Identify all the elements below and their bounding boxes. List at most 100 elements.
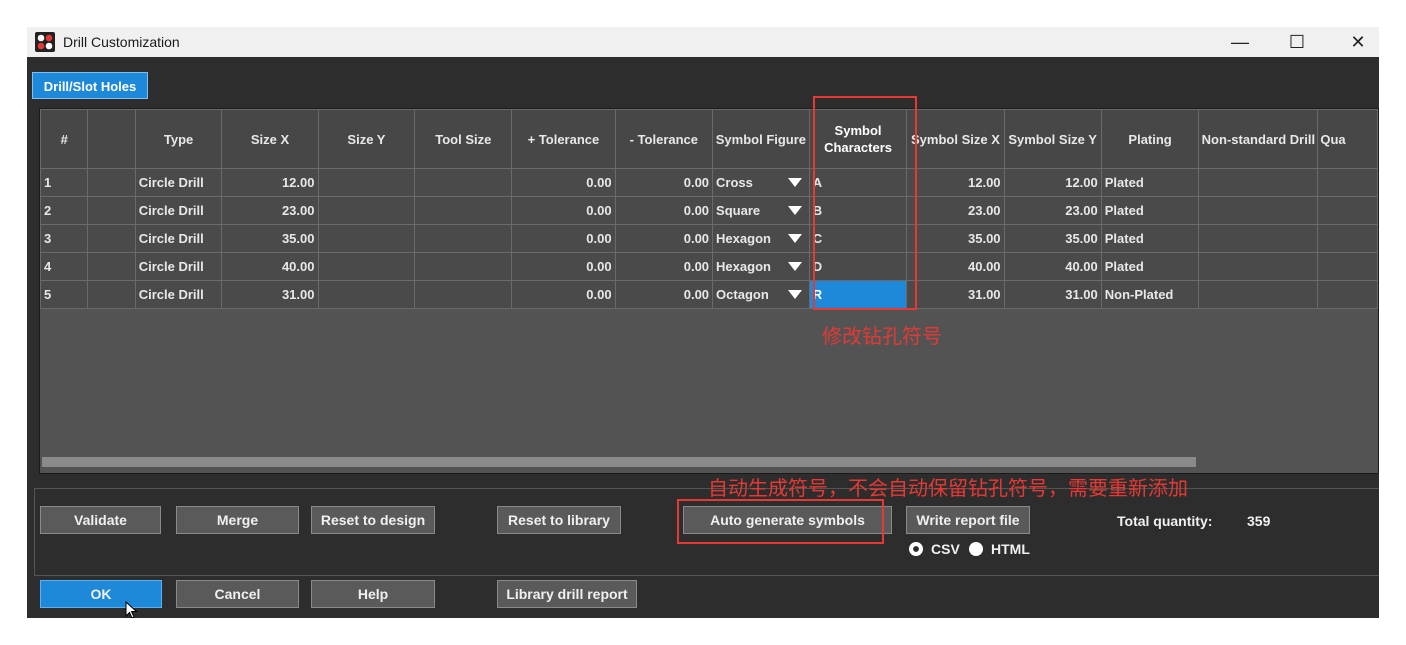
plating-cell[interactable]: Plated [1100, 224, 1200, 253]
table-row[interactable]: 5 Circle Drill 31.00 0.00 0.00 Octagon R 31.00 3… [39, 280, 1378, 309]
row-number-cell[interactable]: 5 [39, 280, 89, 309]
table-row[interactable]: 2 Circle Drill 23.00 0.00 0.00 Square B 23.00 23… [39, 196, 1378, 225]
plating-cell[interactable]: Plated [1100, 252, 1200, 281]
horizontal-scrollbar[interactable] [42, 457, 1196, 467]
plus-tolerance-cell[interactable]: 0.00 [511, 252, 616, 281]
size-x-cell[interactable]: 35.00 [221, 224, 319, 253]
tool-size-cell[interactable] [414, 252, 513, 281]
symbol-size-x-cell[interactable]: 23.00 [906, 196, 1005, 225]
table-row[interactable]: 1 Circle Drill 12.00 0.00 0.00 Cross A 12.00 12.… [39, 168, 1378, 197]
non-standard-drill-cell[interactable] [1198, 168, 1319, 197]
size-y-cell[interactable] [317, 280, 416, 309]
dropdown-arrow-icon[interactable] [787, 262, 802, 271]
size-x-cell[interactable]: 40.00 [221, 252, 319, 281]
plus-tolerance-cell[interactable]: 0.00 [511, 224, 616, 253]
quantity-cell[interactable] [1317, 224, 1378, 253]
maximize-button[interactable]: ☐ [1274, 27, 1320, 57]
symbol-size-y-cell[interactable]: 12.00 [1003, 168, 1102, 197]
row-blank-cell[interactable] [87, 252, 136, 281]
symbol-size-y-cell[interactable]: 23.00 [1003, 196, 1102, 225]
column-header-tool-size[interactable]: Tool Size [414, 109, 513, 169]
tool-size-cell[interactable] [414, 196, 513, 225]
non-standard-drill-cell[interactable] [1198, 252, 1319, 281]
size-x-cell[interactable]: 31.00 [221, 280, 319, 309]
plating-cell[interactable]: Non-Plated [1100, 280, 1200, 309]
quantity-cell[interactable] [1317, 168, 1378, 197]
non-standard-drill-cell[interactable] [1198, 280, 1319, 309]
column-header-blank[interactable] [87, 109, 136, 169]
ok-button[interactable]: OK [40, 580, 162, 608]
type-cell[interactable]: Circle Drill [134, 196, 223, 225]
symbol-size-y-cell[interactable]: 40.00 [1003, 252, 1102, 281]
column-header-type[interactable]: Type [134, 109, 223, 169]
column-header-plus-tolerance[interactable]: + Tolerance [511, 109, 616, 169]
column-header-size-x[interactable]: Size X [221, 109, 319, 169]
minimize-button[interactable]: — [1217, 27, 1263, 57]
column-header-size-y[interactable]: Size Y [317, 109, 416, 169]
row-number-cell[interactable]: 4 [39, 252, 89, 281]
table-row[interactable]: 3 Circle Drill 35.00 0.00 0.00 Hexagon C 35.00 3… [39, 224, 1378, 253]
csv-radio[interactable] [909, 542, 923, 556]
row-number-cell[interactable]: 2 [39, 196, 89, 225]
column-header-plating[interactable]: Plating [1100, 109, 1200, 169]
symbol-size-y-cell[interactable]: 31.00 [1003, 280, 1102, 309]
row-blank-cell[interactable] [87, 196, 136, 225]
size-y-cell[interactable] [317, 168, 416, 197]
help-button[interactable]: Help [311, 580, 435, 608]
plus-tolerance-cell[interactable]: 0.00 [511, 168, 616, 197]
plating-cell[interactable]: Plated [1100, 168, 1200, 197]
library-drill-report-button[interactable]: Library drill report [497, 580, 637, 608]
quantity-cell[interactable] [1317, 252, 1378, 281]
minus-tolerance-cell[interactable]: 0.00 [614, 168, 714, 197]
symbol-size-x-cell[interactable]: 40.00 [906, 252, 1005, 281]
symbol-figure-dropdown[interactable]: Square [712, 196, 810, 225]
row-number-cell[interactable]: 1 [39, 168, 89, 197]
symbol-size-x-cell[interactable]: 31.00 [906, 280, 1005, 309]
column-header-number[interactable]: # [39, 109, 89, 169]
row-number-cell[interactable]: 3 [39, 224, 89, 253]
table-row[interactable]: 4 Circle Drill 40.00 0.00 0.00 Hexagon D 40.00 4… [39, 252, 1378, 281]
minus-tolerance-cell[interactable]: 0.00 [614, 196, 714, 225]
reset-to-design-button[interactable]: Reset to design [311, 506, 435, 534]
size-x-cell[interactable]: 12.00 [221, 168, 319, 197]
tool-size-cell[interactable] [414, 280, 513, 309]
minus-tolerance-cell[interactable]: 0.00 [614, 224, 714, 253]
type-cell[interactable]: Circle Drill [134, 224, 223, 253]
quantity-cell[interactable] [1317, 280, 1378, 309]
write-report-file-button[interactable]: Write report file [906, 506, 1030, 534]
column-header-symbol-size-y[interactable]: Symbol Size Y [1003, 109, 1102, 169]
symbol-size-x-cell[interactable]: 12.00 [906, 168, 1005, 197]
plating-cell[interactable]: Plated [1100, 196, 1200, 225]
row-blank-cell[interactable] [87, 168, 136, 197]
minus-tolerance-cell[interactable]: 0.00 [614, 280, 714, 309]
symbol-figure-dropdown[interactable]: Cross [712, 168, 810, 197]
symbol-size-x-cell[interactable]: 35.00 [906, 224, 1005, 253]
column-header-minus-tolerance[interactable]: - Tolerance [614, 109, 714, 169]
quantity-cell[interactable] [1317, 196, 1378, 225]
size-y-cell[interactable] [317, 196, 416, 225]
dropdown-arrow-icon[interactable] [787, 178, 802, 187]
reset-to-library-button[interactable]: Reset to library [497, 506, 621, 534]
size-x-cell[interactable]: 23.00 [221, 196, 319, 225]
row-blank-cell[interactable] [87, 280, 136, 309]
symbol-figure-dropdown[interactable]: Hexagon [712, 224, 810, 253]
type-cell[interactable]: Circle Drill [134, 168, 223, 197]
symbol-size-y-cell[interactable]: 35.00 [1003, 224, 1102, 253]
non-standard-drill-cell[interactable] [1198, 224, 1319, 253]
column-header-symbol-figure[interactable]: Symbol Figure [712, 109, 810, 169]
row-blank-cell[interactable] [87, 224, 136, 253]
validate-button[interactable]: Validate [40, 506, 161, 534]
column-header-quantity[interactable]: Qua [1317, 109, 1378, 169]
tool-size-cell[interactable] [414, 168, 513, 197]
column-header-non-standard-drill[interactable]: Non-standard Drill [1198, 109, 1319, 169]
dropdown-arrow-icon[interactable] [787, 206, 802, 215]
plus-tolerance-cell[interactable]: 0.00 [511, 280, 616, 309]
non-standard-drill-cell[interactable] [1198, 196, 1319, 225]
size-y-cell[interactable] [317, 224, 416, 253]
cancel-button[interactable]: Cancel [176, 580, 299, 608]
merge-button[interactable]: Merge [176, 506, 299, 534]
column-header-symbol-size-x[interactable]: Symbol Size X [906, 109, 1005, 169]
tab-drill-slot-holes[interactable]: Drill/Slot Holes [32, 72, 148, 99]
html-radio[interactable] [969, 542, 983, 556]
plus-tolerance-cell[interactable]: 0.00 [511, 196, 616, 225]
